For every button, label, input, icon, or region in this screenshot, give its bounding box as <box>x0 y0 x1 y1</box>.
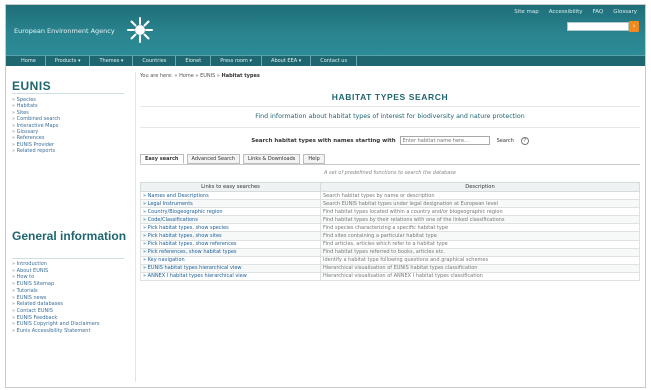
table-caption: A set of predefined functions to search … <box>324 170 456 176</box>
page-subtitle: Find information about habitat types of … <box>255 113 525 120</box>
link-description: Find habitat types referred to books, ar… <box>320 247 640 257</box>
habitat-search-label: Search habitat types with names starting… <box>251 137 396 144</box>
link-description: Find habitat types located within a coun… <box>320 207 640 217</box>
easy-search-link[interactable]: Pick habitat types, show sites <box>140 231 321 241</box>
link-description: Find species characterizing a specific h… <box>320 223 640 233</box>
link-description: Identify a habitat type following questi… <box>320 255 640 265</box>
link-description: Search habitat types by name or descript… <box>320 190 640 201</box>
column-header-links: Links to easy searches <box>140 182 321 192</box>
breadcrumb-current: Habitat types <box>221 73 260 79</box>
link-description: Find articles, articles which refer to a… <box>320 239 640 249</box>
general-information-menu: Introduction About EUNIS How to EUNIS Si… <box>12 261 122 335</box>
easy-search-link[interactable]: Country/Biogeographic region <box>140 207 321 217</box>
link-description: Search EUNIS habitat types under legal d… <box>320 199 640 209</box>
divider <box>140 106 640 107</box>
link-description: Hierarchical visualisation of ANNEX I ha… <box>320 271 640 282</box>
sidebar-item-combined-search[interactable]: Combined search <box>12 116 61 122</box>
divider <box>140 164 640 165</box>
breadcrumb: You are here: » Home » EUNIS » Habitat t… <box>140 73 260 79</box>
nav-press-room[interactable]: Press room ▾ <box>211 56 263 66</box>
accessibility-link[interactable]: Accessibility <box>549 9 583 15</box>
faq-link[interactable]: FAQ <box>593 9 604 15</box>
sidebar-item-about-eunis[interactable]: About EUNIS <box>12 268 122 275</box>
habitat-search-button[interactable]: Search <box>494 138 517 144</box>
easy-search-link[interactable]: Key navigation <box>140 255 321 265</box>
table-row: Pick habitat types, show sitesFind sites… <box>140 231 640 241</box>
main-nav: Home Products ▾ Themes ▾ Countries Eione… <box>6 55 645 66</box>
link-description: Hierarchical visualisation of EUNIS habi… <box>320 263 640 273</box>
table-row: EUNIS habitat types hierarchical viewHie… <box>140 263 640 273</box>
table-row: Pick habitat types, show referencesFind … <box>140 239 640 249</box>
habitat-search-input[interactable] <box>399 136 490 145</box>
column-header-description: Description <box>320 182 640 192</box>
nav-eionet[interactable]: Eionet <box>176 56 212 66</box>
table-row: Legal InstrumentsSearch EUNIS habitat ty… <box>140 199 640 209</box>
table-row: Pick references, show habitat typesFind … <box>140 247 640 257</box>
sidebar-item-related-reports[interactable]: Related reports <box>12 148 60 154</box>
table-row: Code/ClassificationsFind habitat types b… <box>140 215 640 225</box>
search-tabs: Easy search Advanced Search Links & Down… <box>140 154 325 164</box>
sidebar-item-accessibility[interactable]: Eunis Accessibility Statement <box>12 328 122 335</box>
sidebar-item-how-to[interactable]: How to <box>12 274 122 281</box>
nav-about-eea[interactable]: About EEA ▾ <box>262 56 312 66</box>
breadcrumb-path[interactable]: You are here: » Home » EUNIS » <box>140 73 222 79</box>
tab-advanced-search[interactable]: Advanced Search <box>186 154 240 164</box>
sidebar-item-eunis-sitemap[interactable]: EUNIS Sitemap <box>12 281 122 288</box>
nav-countries[interactable]: Countries <box>133 56 177 66</box>
sidebar-item-contact-eunis[interactable]: Contact EUNIS <box>12 308 122 315</box>
sidebar-item-introduction[interactable]: Introduction <box>12 261 122 268</box>
easy-search-link[interactable]: Code/Classifications <box>140 215 321 225</box>
habitat-search-row: Search habitat types with names starting… <box>140 136 640 145</box>
glossary-link[interactable]: Glossary <box>613 9 637 15</box>
sidebar-item-tutorials[interactable]: Tutorials <box>12 288 122 295</box>
link-description: Find sites containing a particular habit… <box>320 231 640 241</box>
sidebar-item-eunis-feedback[interactable]: EUNIS Feedback <box>12 315 122 322</box>
tab-help[interactable]: Help <box>303 154 325 164</box>
table-row: Key navigationIdentify a habitat type fo… <box>140 255 640 265</box>
easy-search-table: Links to easy searches Description Names… <box>140 182 640 282</box>
divider <box>140 127 640 128</box>
tab-easy-search[interactable]: Easy search <box>140 154 184 164</box>
main-content: You are here: » Home » EUNIS » Habitat t… <box>140 69 640 387</box>
nav-themes[interactable]: Themes ▾ <box>90 56 134 66</box>
nav-contact[interactable]: Contact us <box>311 56 358 66</box>
easy-search-link[interactable]: Legal Instruments <box>140 199 321 209</box>
divider <box>12 258 124 259</box>
sidebar-item-related-databases[interactable]: Related databases <box>12 301 122 308</box>
divider <box>12 93 124 94</box>
sidebar: EUNIS Species Habitats Sites Combined se… <box>6 69 131 387</box>
nav-products[interactable]: Products ▾ <box>46 56 91 66</box>
easy-search-link[interactable]: ANNEX I habitat types hierarchical view <box>140 271 321 282</box>
easy-search-link[interactable]: Pick references, show habitat types <box>140 247 321 257</box>
easy-search-link[interactable]: Names and Descriptions <box>140 190 321 201</box>
tab-links-downloads[interactable]: Links & Downloads <box>242 154 301 164</box>
table-row: ANNEX I habitat types hierarchical viewH… <box>140 271 640 282</box>
eunis-menu: Species Habitats Sites Combined search I… <box>12 97 61 155</box>
help-icon[interactable]: ? <box>520 136 529 145</box>
site-banner: European Environment Agency Site map Acc… <box>6 5 645 55</box>
agency-name[interactable]: European Environment Agency <box>14 27 115 35</box>
sitemap-link[interactable]: Site map <box>514 9 539 15</box>
sidebar-divider <box>135 72 136 382</box>
eunis-heading: EUNIS <box>12 79 52 93</box>
table-row: Country/Biogeographic regionFind habitat… <box>140 207 640 217</box>
top-links: Site map Accessibility FAQ Glossary <box>514 9 637 15</box>
page-title: HABITAT TYPES SEARCH <box>331 92 449 102</box>
sidebar-item-eunis-news[interactable]: EUNIS news <box>12 295 122 302</box>
eea-logo-icon[interactable] <box>126 16 154 44</box>
link-description: Find habitat types by their relations wi… <box>320 215 640 225</box>
table-row: Names and DescriptionsSearch habitat typ… <box>140 190 640 201</box>
easy-search-link[interactable]: Pick habitat types, show species <box>140 223 321 233</box>
site-search-input[interactable] <box>567 22 629 31</box>
easy-search-link[interactable]: Pick habitat types, show references <box>140 239 321 249</box>
easy-search-link[interactable]: EUNIS habitat types hierarchical view <box>140 263 321 273</box>
table-row: Pick habitat types, show speciesFind spe… <box>140 223 640 233</box>
page-frame: European Environment Agency Site map Acc… <box>5 4 646 388</box>
nav-home[interactable]: Home <box>12 56 46 66</box>
sidebar-item-copyright[interactable]: EUNIS Copyright and Disclaimers <box>12 321 122 328</box>
site-search-go-button[interactable]: › <box>629 21 639 32</box>
general-information-heading: General information <box>12 229 127 243</box>
